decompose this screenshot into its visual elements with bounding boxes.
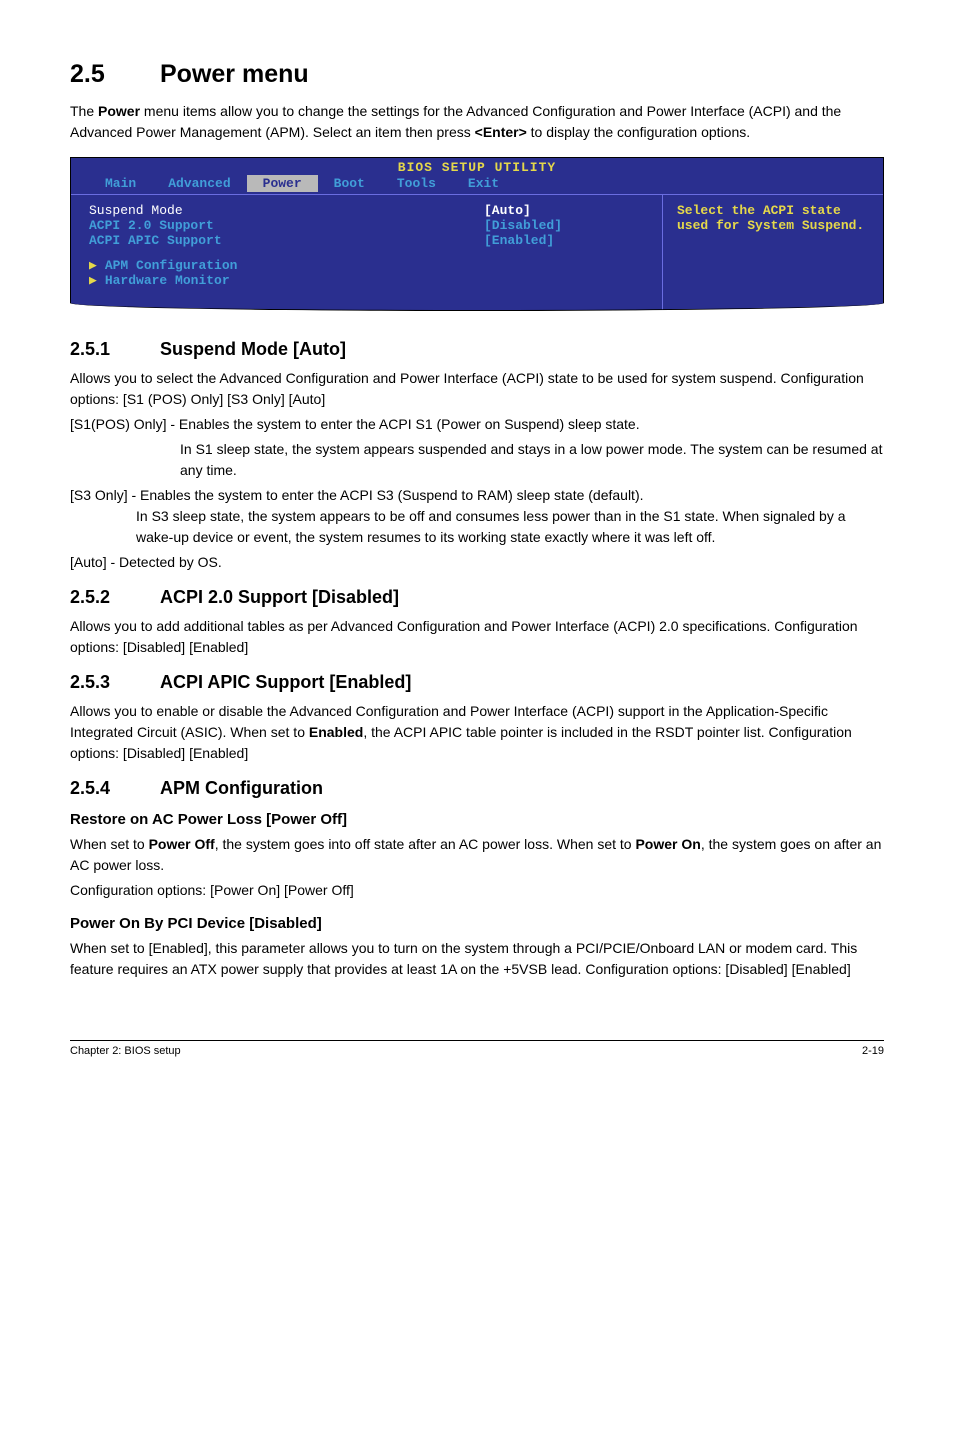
bios-title: BIOS SETUP UTILITY: [398, 160, 556, 175]
bios-help-text: Select the ACPI state used for System Su…: [677, 203, 864, 233]
s254-p1b: Configuration options: [Power On] [Power…: [70, 880, 884, 901]
bios-key: ACPI APIC Support: [89, 233, 484, 248]
sub-num: 2.5.4: [70, 778, 160, 799]
bios-key: Suspend Mode: [89, 203, 484, 218]
bios-row-acpi20[interactable]: ACPI 2.0 Support [Disabled]: [89, 218, 644, 233]
sub-num: 2.5.2: [70, 587, 160, 608]
sub-num: 2.5.3: [70, 672, 160, 693]
sub-heading-251: 2.5.1Suspend Mode [Auto]: [70, 339, 884, 360]
bios-row-acpi-apic[interactable]: ACPI APIC Support [Enabled]: [89, 233, 644, 248]
s251-auto: [Auto] - Detected by OS.: [70, 552, 884, 573]
s251-s3-cont: In S3 sleep state, the system appears to…: [70, 506, 884, 548]
s254-p2: When set to [Enabled], this parameter al…: [70, 938, 884, 980]
sub-num: 2.5.1: [70, 339, 160, 360]
bios-key: ACPI 2.0 Support: [89, 218, 484, 233]
footer-right: 2-19: [862, 1045, 884, 1057]
sub-title: ACPI 2.0 Support [Disabled]: [160, 587, 399, 607]
bios-val: [Auto]: [484, 203, 644, 218]
footer-left: Chapter 2: BIOS setup: [70, 1045, 181, 1057]
bios-link-label: APM Configuration: [105, 258, 238, 273]
s252-p: Allows you to add additional tables as p…: [70, 616, 884, 658]
bios-tab-tools[interactable]: Tools: [381, 175, 452, 192]
spacer: [89, 248, 644, 258]
bios-panel: BIOS SETUP UTILITY Main Advanced Power B…: [70, 157, 884, 311]
section-number: 2.5: [70, 60, 160, 89]
bios-link-hwmon[interactable]: ▶ Hardware Monitor: [89, 273, 644, 288]
bios-header: BIOS SETUP UTILITY: [71, 158, 883, 175]
arrow-icon: ▶: [89, 258, 105, 273]
s251-p1: Allows you to select the Advanced Config…: [70, 368, 884, 410]
section-title: Power menu: [160, 60, 309, 88]
sub-title: Suspend Mode [Auto]: [160, 339, 346, 359]
sub-heading-252: 2.5.2ACPI 2.0 Support [Disabled]: [70, 587, 884, 608]
bios-body: Suspend Mode [Auto] ACPI 2.0 Support [Di…: [71, 194, 883, 310]
s253-p: Allows you to enable or disable the Adva…: [70, 701, 884, 764]
s251-s1-line2: In S1 sleep state, the system appears su…: [70, 439, 884, 481]
bios-row-suspend[interactable]: Suspend Mode [Auto]: [89, 203, 644, 218]
sub-title: ACPI APIC Support [Enabled]: [160, 672, 411, 692]
s254-p1a: When set to Power Off, the system goes i…: [70, 834, 884, 876]
s251-s3: [S3 Only] - Enables the system to enter …: [70, 485, 884, 548]
sub-heading-254: 2.5.4APM Configuration: [70, 778, 884, 799]
bios-tabs: Main Advanced Power Boot Tools Exit: [71, 175, 883, 194]
bios-help-pane: Select the ACPI state used for System Su…: [663, 195, 883, 310]
bios-tab-exit[interactable]: Exit: [452, 175, 515, 192]
bios-tab-main[interactable]: Main: [89, 175, 152, 192]
page-footer: Chapter 2: BIOS setup 2-19: [70, 1040, 884, 1057]
s254-h2: Power On By PCI Device [Disabled]: [70, 915, 884, 932]
intro-paragraph: The Power menu items allow you to change…: [70, 101, 884, 143]
sub-title: APM Configuration: [160, 778, 323, 798]
bios-left-pane: Suspend Mode [Auto] ACPI 2.0 Support [Di…: [71, 195, 663, 310]
bios-link-label: Hardware Monitor: [105, 273, 230, 288]
bios-val: [Disabled]: [484, 218, 644, 233]
s254-h1: Restore on AC Power Loss [Power Off]: [70, 811, 884, 828]
section-heading: 2.5Power menu: [70, 60, 884, 89]
arrow-icon: ▶: [89, 273, 105, 288]
bios-tab-power[interactable]: Power: [247, 175, 318, 192]
sub-heading-253: 2.5.3ACPI APIC Support [Enabled]: [70, 672, 884, 693]
bios-tab-boot[interactable]: Boot: [318, 175, 381, 192]
bios-link-apm[interactable]: ▶ APM Configuration: [89, 258, 644, 273]
bios-val: [Enabled]: [484, 233, 644, 248]
s251-s1-line1: [S1(POS) Only] - Enables the system to e…: [70, 414, 884, 435]
bios-tab-advanced[interactable]: Advanced: [152, 175, 246, 192]
